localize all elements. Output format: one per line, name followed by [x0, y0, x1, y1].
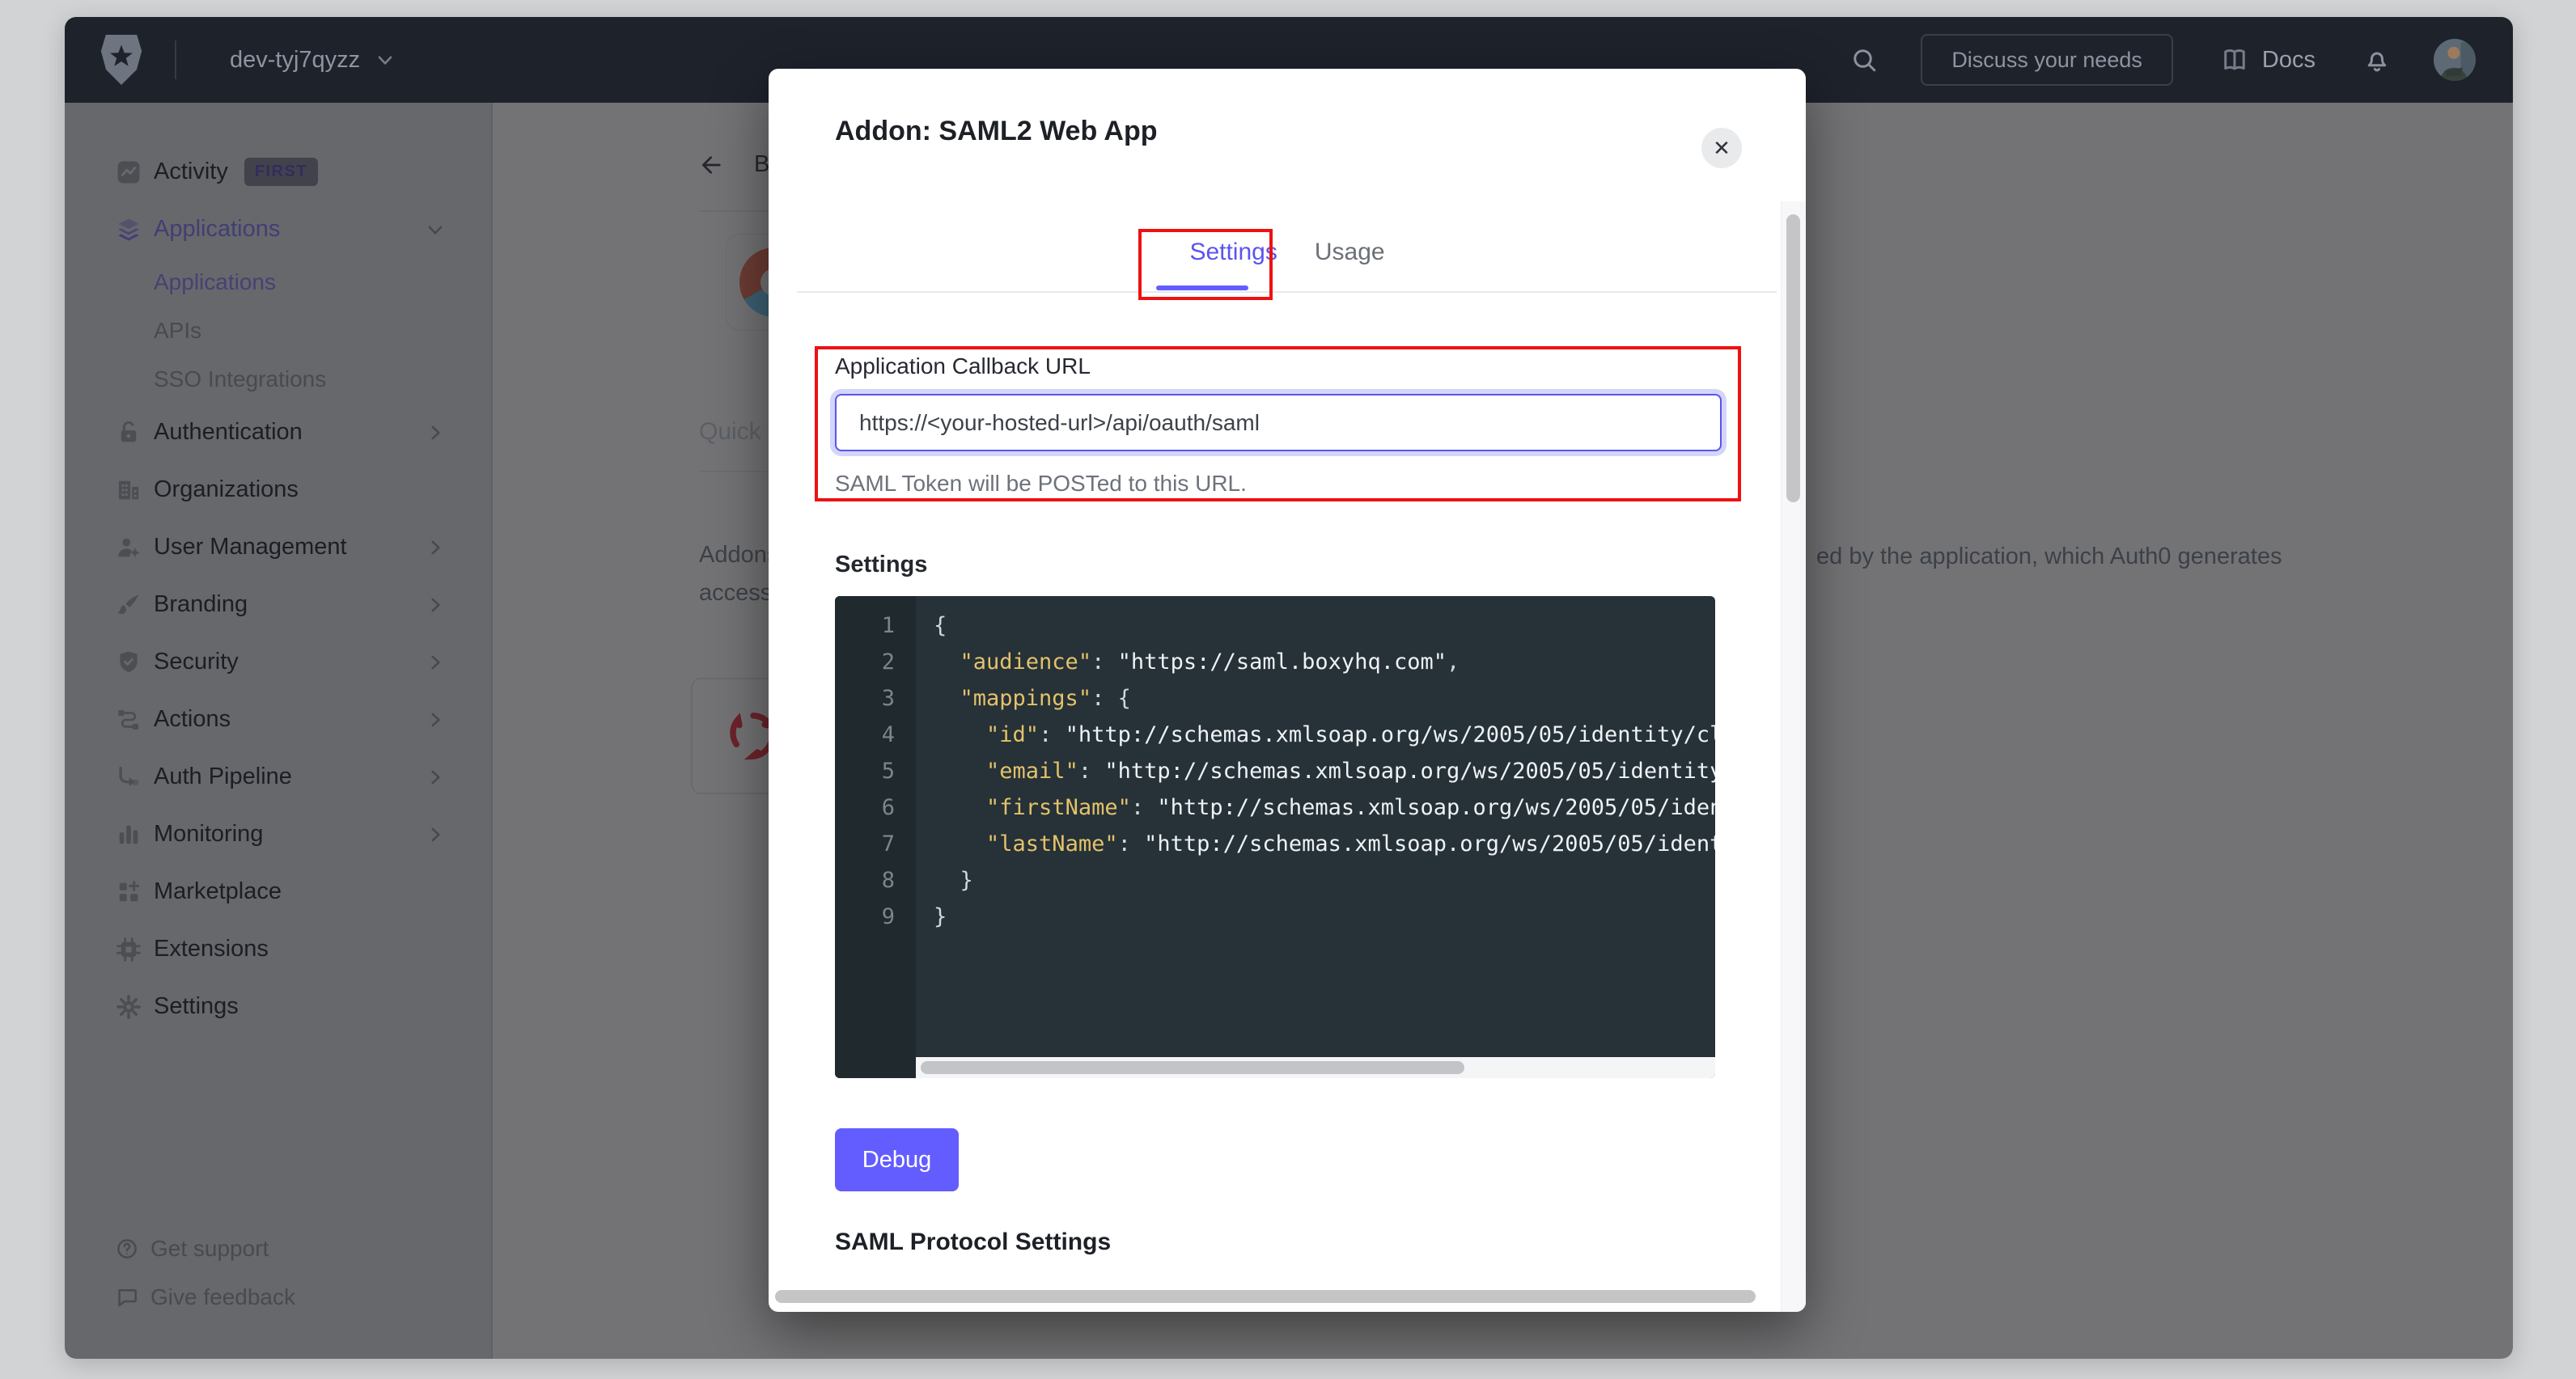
- app-window: dev-tyj7qyzz Discuss your needs Docs Act…: [65, 17, 2513, 1359]
- tenant-switcher[interactable]: dev-tyj7qyzz: [225, 46, 400, 74]
- tenant-name: dev-tyj7qyzz: [230, 47, 360, 74]
- code-line: }: [934, 862, 1715, 899]
- active-tab-underline: [1156, 286, 1248, 290]
- modal-horizontal-scroll-thumb[interactable]: [775, 1290, 1756, 1303]
- close-button[interactable]: ✕: [1701, 128, 1742, 168]
- addon-modal: Addon: SAML2 Web App ✕ Settings Usage Ap…: [769, 69, 1806, 1312]
- modal-tabs: Settings Usage: [769, 239, 1806, 266]
- callback-url-label: Application Callback URL: [835, 353, 1091, 379]
- modal-vertical-scrollbar[interactable]: [1781, 201, 1806, 1312]
- modal-title: Addon: SAML2 Web App: [835, 116, 1158, 147]
- code-editor[interactable]: 123456789 { "audience": "https://saml.bo…: [835, 596, 1715, 1078]
- user-avatar[interactable]: [2434, 39, 2476, 81]
- debug-button[interactable]: Debug: [835, 1128, 959, 1191]
- editor-code[interactable]: { "audience": "https://saml.boxyhq.com",…: [916, 596, 1715, 1068]
- code-line: "email": "http://schemas.xmlsoap.org/ws/…: [934, 753, 1715, 789]
- code-line: "id": "http://schemas.xmlsoap.org/ws/200…: [934, 717, 1715, 753]
- topbar-divider: [175, 40, 176, 79]
- code-line: "lastName": "http://schemas.xmlsoap.org/…: [934, 826, 1715, 862]
- callback-url-help: SAML Token will be POSTed to this URL.: [835, 471, 1247, 497]
- editor-horizontal-scrollbar[interactable]: [916, 1057, 1715, 1078]
- notifications-bell-icon[interactable]: [2362, 45, 2392, 74]
- modal-vertical-scroll-thumb[interactable]: [1786, 214, 1800, 502]
- tab-settings[interactable]: Settings: [1189, 239, 1277, 266]
- code-line: "firstName": "http://schemas.xmlsoap.org…: [934, 789, 1715, 826]
- discuss-needs-button[interactable]: Discuss your needs: [1921, 34, 2173, 86]
- code-line: }: [934, 899, 1715, 935]
- editor-scroll-thumb[interactable]: [921, 1061, 1464, 1074]
- tab-usage[interactable]: Usage: [1315, 239, 1385, 266]
- search-icon[interactable]: [1849, 45, 1879, 74]
- screenshot-frame: dev-tyj7qyzz Discuss your needs Docs Act…: [0, 0, 2576, 1379]
- close-icon: ✕: [1713, 136, 1731, 161]
- chevron-down-icon: [375, 49, 396, 70]
- callback-url-input[interactable]: [835, 394, 1722, 451]
- tabs-divider: [797, 291, 1777, 293]
- auth0-logo-icon: [99, 35, 144, 85]
- code-line: "audience": "https://saml.boxyhq.com",: [934, 644, 1715, 680]
- book-icon: [2220, 45, 2249, 74]
- settings-section-label: Settings: [835, 552, 927, 578]
- code-line: "mappings": {: [934, 680, 1715, 717]
- editor-line-numbers: 123456789: [835, 596, 916, 1078]
- docs-label: Docs: [2262, 47, 2315, 74]
- topbar-actions: Discuss your needs Docs: [1849, 34, 2476, 86]
- docs-link[interactable]: Docs: [2215, 44, 2320, 75]
- saml-protocol-settings-heading: SAML Protocol Settings: [835, 1229, 1111, 1256]
- code-line: {: [934, 607, 1715, 644]
